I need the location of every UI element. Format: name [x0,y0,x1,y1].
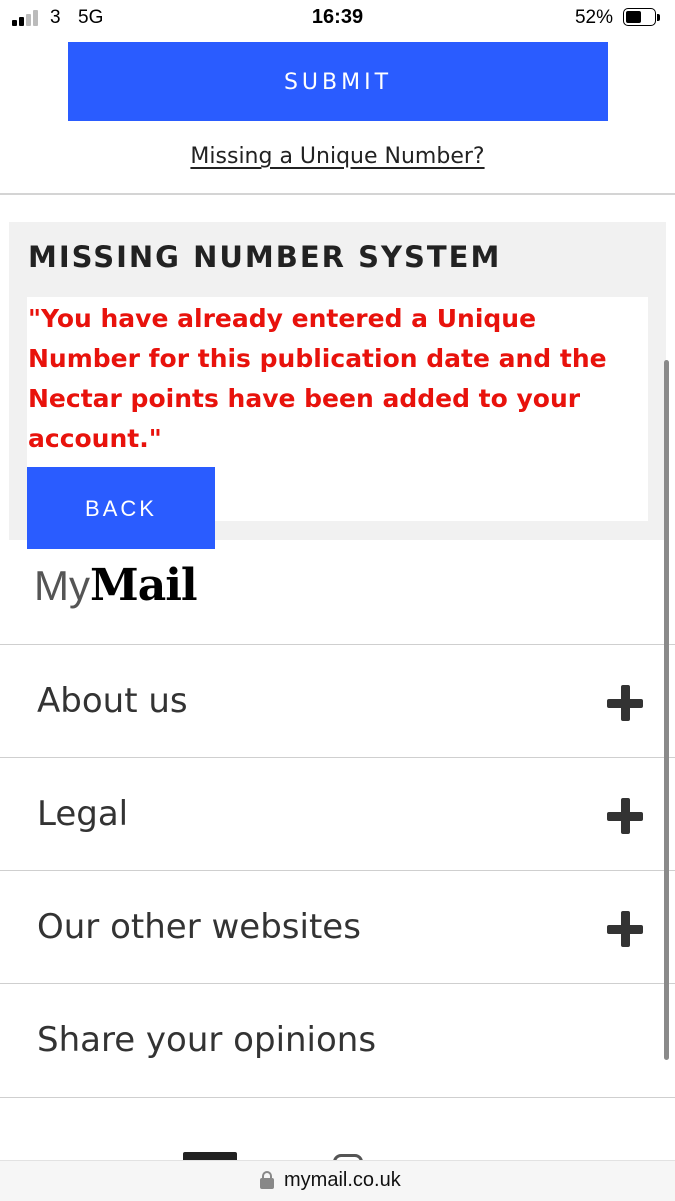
clock: 16:39 [311,6,364,28]
battery-icon [623,8,663,28]
logo-my-text: My [34,562,90,609]
footer-item-label: About us [37,681,188,721]
plus-icon[interactable] [607,798,643,834]
lock-icon [260,1171,274,1189]
divider [0,193,675,195]
logo-mail-text: Mail [90,560,198,611]
battery-percentage: 52% [574,7,613,28]
missing-unique-number-link[interactable]: Missing a Unique Number? [0,144,675,169]
footer-item-label: Our other websites [37,907,361,947]
status-bar: 3 5G 16:39 52% [0,0,675,38]
panel-title: MISSING NUMBER SYSTEM [28,240,502,274]
footer-item-other-websites[interactable]: Our other websites [0,870,675,983]
footer-item-label: Legal [37,794,129,834]
footer-item-share-opinions[interactable]: Share your opinions [0,983,675,1098]
submit-button[interactable]: SUBMIT [68,42,608,121]
browser-url-bar[interactable]: mymail.co.uk [0,1160,675,1201]
plus-icon[interactable] [607,685,643,721]
back-button[interactable]: BACK [27,467,215,549]
scrollbar[interactable] [664,360,669,1060]
mymail-logo[interactable]: My Mail [34,560,198,611]
footer-item-legal[interactable]: Legal [0,757,675,870]
footer-item-label: Share your opinions [37,1020,377,1060]
plus-icon[interactable] [607,911,643,947]
url-text: mymail.co.uk [284,1169,401,1191]
footer-item-about-us[interactable]: About us [0,644,675,757]
error-message: "You have already entered a Unique Numbe… [28,304,607,453]
